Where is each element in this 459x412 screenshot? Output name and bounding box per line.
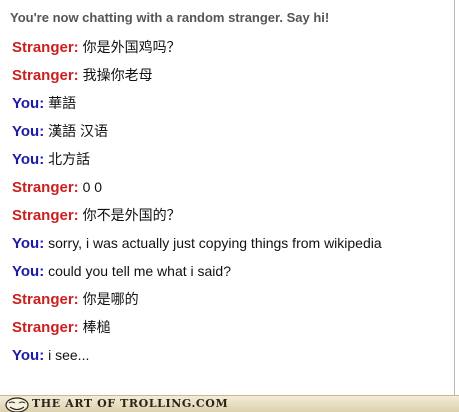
- message-text: 華語: [48, 95, 77, 111]
- chat-message: Stranger: 0 0: [12, 173, 449, 201]
- speaker-label: Stranger:: [12, 319, 79, 336]
- message-text: i see...: [48, 347, 90, 363]
- speaker-label: Stranger:: [12, 179, 79, 196]
- chat-message: Stranger: 我操你老母: [12, 61, 449, 89]
- site-watermark: THE ART OF TROLLING.COM: [0, 395, 459, 412]
- speaker-label: You:: [12, 235, 45, 252]
- message-text: 你不是外国的？: [82, 207, 181, 223]
- chat-message: You: 華語: [12, 89, 449, 117]
- chat-window: You're now chatting with a random strang…: [0, 0, 455, 404]
- chat-message: You: 北方話: [12, 145, 449, 173]
- speaker-label: Stranger:: [12, 291, 79, 308]
- speaker-label: Stranger:: [12, 207, 79, 224]
- speaker-label: You:: [12, 151, 45, 168]
- speaker-label: You:: [12, 95, 45, 112]
- chat-message: Stranger: 你不是外国的？: [12, 201, 449, 229]
- troll-face-icon: [5, 397, 29, 412]
- chat-message: You: sorry, i was actually just copying …: [12, 229, 449, 257]
- chat-message: You: could you tell me what i said?: [12, 257, 449, 285]
- message-text: 北方話: [48, 151, 91, 167]
- speaker-label: You:: [12, 263, 45, 280]
- watermark-text: THE ART OF TROLLING.COM: [32, 397, 229, 410]
- message-log: Stranger: 你是外国鸡吗？ Stranger: 我操你老母 You: 華…: [12, 33, 449, 369]
- message-text: 棒槌: [82, 319, 111, 335]
- speaker-label: You:: [12, 347, 45, 364]
- message-text: 0 0: [82, 179, 103, 195]
- chat-message: Stranger: 你是哪的: [12, 285, 449, 313]
- speaker-label: You:: [12, 123, 45, 140]
- message-text: 漢語 汉语: [48, 123, 108, 139]
- speaker-label: Stranger:: [12, 67, 79, 84]
- chat-message: You: i see...: [12, 341, 449, 369]
- message-text: could you tell me what i said?: [48, 263, 231, 279]
- chat-message: Stranger: 棒槌: [12, 313, 449, 341]
- message-text: 你是哪的: [82, 291, 139, 307]
- message-text: 我操你老母: [82, 67, 153, 83]
- speaker-label: Stranger:: [12, 39, 79, 56]
- chat-message: You: 漢語 汉语: [12, 117, 449, 145]
- chat-status-line: You're now chatting with a random strang…: [10, 10, 330, 25]
- chat-message: Stranger: 你是外国鸡吗？: [12, 33, 449, 61]
- message-text: 你是外国鸡吗？: [82, 39, 181, 55]
- message-text: sorry, i was actually just copying thing…: [48, 235, 382, 251]
